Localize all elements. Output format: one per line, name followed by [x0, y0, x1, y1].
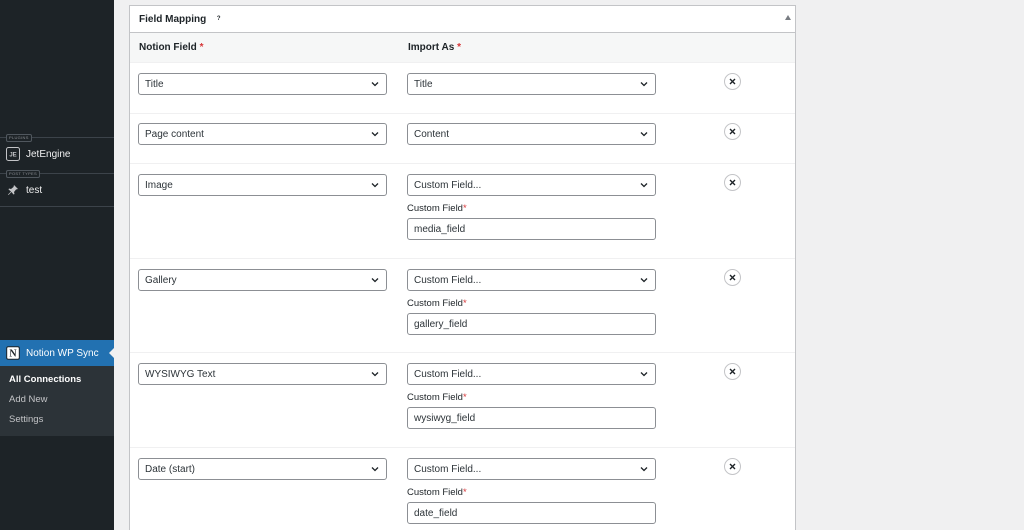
notion-field-select[interactable]: Title — [138, 73, 387, 95]
import-as-select[interactable]: Content — [407, 123, 656, 145]
remove-row-button[interactable] — [724, 123, 741, 140]
column-notion-field: Notion Field * — [139, 42, 204, 53]
notion-icon: N — [6, 346, 20, 360]
column-import-as: Import As * — [408, 42, 461, 53]
column-headers: Notion Field * Import As * — [130, 33, 795, 63]
panel-header: Field Mapping ? — [130, 6, 795, 33]
help-icon[interactable]: ? — [214, 15, 223, 24]
notion-field-select[interactable]: Image — [138, 174, 387, 196]
close-icon — [729, 78, 736, 85]
custom-field-input[interactable]: media_field — [407, 218, 656, 240]
import-as-select[interactable]: Custom Field... — [407, 269, 656, 291]
notion-field-select[interactable]: Page content — [138, 123, 387, 145]
menu-item-test[interactable]: test — [0, 179, 114, 201]
submenu-all-connections[interactable]: All Connections — [9, 374, 81, 385]
submenu-add-new[interactable]: Add New — [9, 394, 48, 405]
custom-field-input[interactable]: gallery_field — [407, 313, 656, 335]
mapping-row: Date (start) Custom Field... Custom Fiel… — [130, 448, 795, 530]
chevron-down-icon — [371, 183, 379, 188]
chevron-down-icon — [371, 82, 379, 87]
chevron-down-icon — [640, 82, 648, 87]
chevron-down-icon — [640, 183, 648, 188]
chevron-down-icon — [640, 372, 648, 377]
close-icon — [729, 274, 736, 281]
chevron-down-icon — [371, 132, 379, 137]
notion-field-select[interactable]: Gallery — [138, 269, 387, 291]
chevron-down-icon — [371, 467, 379, 472]
mapping-row: Title Title — [130, 64, 795, 114]
custom-field-label: Custom Field* — [407, 298, 467, 309]
chevron-down-icon — [371, 278, 379, 283]
remove-row-button[interactable] — [724, 73, 741, 90]
chevron-down-icon — [640, 132, 648, 137]
close-icon — [729, 463, 736, 470]
import-as-select[interactable]: Custom Field... — [407, 174, 656, 196]
custom-field-label: Custom Field* — [407, 203, 467, 214]
close-icon — [729, 368, 736, 375]
import-as-select[interactable]: Custom Field... — [407, 458, 656, 480]
close-icon — [729, 128, 736, 135]
mapping-row: Gallery Custom Field... Custom Field* ga… — [130, 259, 795, 353]
menu-item-jetengine[interactable]: JE JetEngine — [0, 143, 114, 165]
menu-item-label: JetEngine — [26, 148, 71, 160]
custom-field-input[interactable]: date_field — [407, 502, 656, 524]
remove-row-button[interactable] — [724, 269, 741, 286]
chevron-down-icon — [640, 278, 648, 283]
submenu: All Connections Add New Settings — [0, 366, 114, 436]
import-as-select[interactable]: Custom Field... — [407, 363, 656, 385]
chevron-down-icon — [640, 467, 648, 472]
field-mapping-panel: Field Mapping ? Notion Field * Import As… — [129, 5, 796, 530]
mapping-row: WYSIWYG Text Custom Field... Custom Fiel… — [130, 353, 795, 448]
admin-sidebar: PLUGINS JE JetEngine POST TYPES test N N… — [0, 0, 114, 530]
panel-title: Field Mapping — [139, 13, 207, 25]
mapping-row: Image Custom Field... Custom Field* medi… — [130, 164, 795, 259]
current-menu-arrow — [109, 348, 114, 358]
collapse-toggle-icon[interactable] — [785, 15, 791, 20]
separator-plugins: PLUGINS — [6, 134, 32, 142]
menu-item-label: Notion WP Sync — [26, 347, 99, 359]
chevron-down-icon — [371, 372, 379, 377]
pin-icon — [6, 183, 20, 197]
remove-row-button[interactable] — [724, 458, 741, 475]
separator-post-types: POST TYPES — [6, 170, 40, 178]
svg-text:N: N — [9, 349, 17, 360]
notion-field-select[interactable]: Date (start) — [138, 458, 387, 480]
custom-field-label: Custom Field* — [407, 392, 467, 403]
separator-line — [0, 206, 114, 207]
mapping-row: Page content Content — [130, 114, 795, 164]
menu-item-label: test — [26, 184, 43, 196]
jetengine-icon: JE — [6, 147, 20, 161]
close-icon — [729, 179, 736, 186]
notion-field-select[interactable]: WYSIWYG Text — [138, 363, 387, 385]
remove-row-button[interactable] — [724, 174, 741, 191]
submenu-settings[interactable]: Settings — [9, 414, 43, 425]
svg-text:JE: JE — [9, 153, 16, 159]
remove-row-button[interactable] — [724, 363, 741, 380]
menu-item-notion-wp-sync[interactable]: N Notion WP Sync — [0, 340, 114, 366]
custom-field-input[interactable]: wysiwyg_field — [407, 407, 656, 429]
custom-field-label: Custom Field* — [407, 487, 467, 498]
import-as-select[interactable]: Title — [407, 73, 656, 95]
